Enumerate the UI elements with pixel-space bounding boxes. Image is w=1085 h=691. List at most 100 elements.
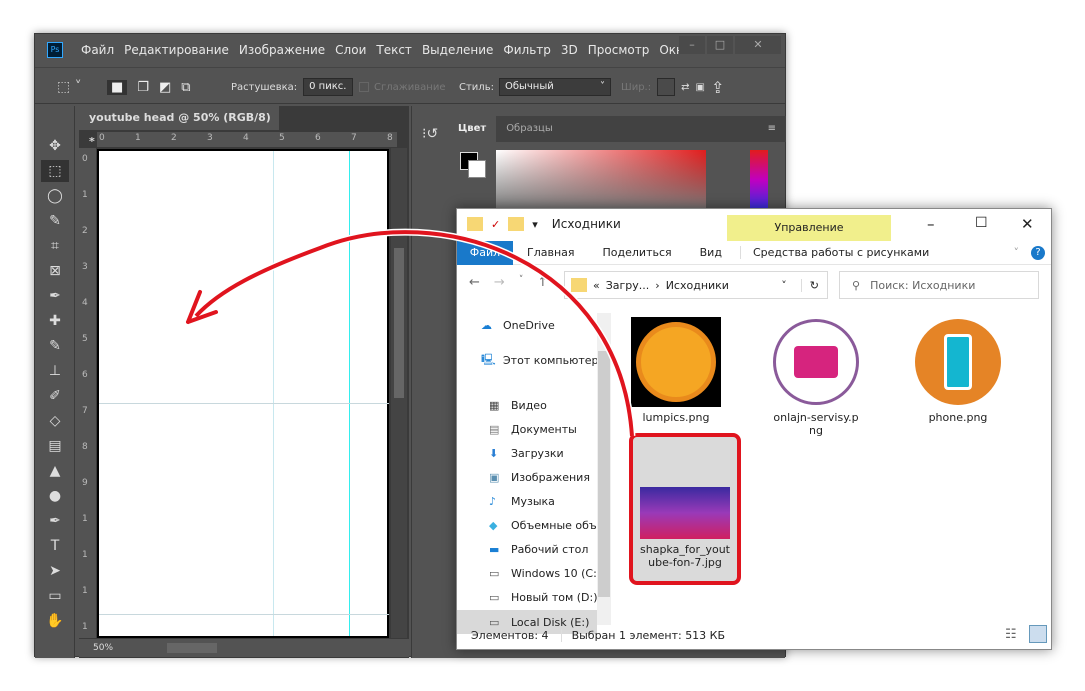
recent-icon[interactable]: ˅ xyxy=(519,275,524,290)
add-selection-icon[interactable]: ❐ xyxy=(137,80,149,95)
menu-item[interactable]: Текст xyxy=(376,43,412,57)
type-tool-icon[interactable]: T xyxy=(41,535,69,557)
nav-item[interactable]: ◆ Объемные объ xyxy=(489,519,597,532)
quick-access-toolbar: ✓ ▾ Исходники xyxy=(467,217,621,231)
brush-tool-icon[interactable]: ✎ xyxy=(41,335,69,357)
expand-ribbon-icon[interactable]: ˅ xyxy=(1014,246,1020,259)
nav-item[interactable]: ▤ Документы xyxy=(489,423,577,436)
dodge-tool-icon[interactable]: ● xyxy=(41,485,69,507)
help-icon[interactable]: ? xyxy=(1031,245,1045,260)
large-icons-view-icon[interactable] xyxy=(1029,625,1047,643)
nav-item[interactable]: 🖳 Этот компьютер xyxy=(481,351,599,370)
address-dropdown-icon[interactable]: ˅ xyxy=(781,279,787,292)
breadcrumb-item[interactable]: Исходники xyxy=(666,279,729,292)
back-icon[interactable]: ← xyxy=(469,275,480,290)
move-tool-icon[interactable]: ✥ xyxy=(41,135,69,157)
minimize-button[interactable]: – xyxy=(927,215,935,233)
new-folder-icon[interactable] xyxy=(508,217,525,231)
hand-tool-icon[interactable]: ✋ xyxy=(41,610,69,632)
zoom-level[interactable]: 50% xyxy=(93,643,113,653)
blur-tool-icon[interactable]: ▲ xyxy=(41,460,69,482)
style-select[interactable]: Обычный ˅ xyxy=(498,78,611,96)
height-input[interactable]: ▣ xyxy=(695,82,704,93)
history-brush-tool-icon[interactable]: ✐ xyxy=(41,385,69,407)
nav-item[interactable]: ▭ Новый том (D:) xyxy=(489,591,598,604)
file-item-selected[interactable]: shapka_for_youtube-fon-7.jpg xyxy=(629,433,741,585)
hue-slider[interactable] xyxy=(750,150,768,210)
rectangle-tool-icon[interactable]: ▭ xyxy=(41,585,69,607)
address-bar[interactable]: «Загру... › Исходники ˅ ↻ xyxy=(564,271,828,299)
customize-icon[interactable]: ▾ xyxy=(532,218,538,231)
ruler-label: 7 xyxy=(82,406,88,416)
minimize-button[interactable]: – xyxy=(679,36,705,54)
file-item[interactable]: onlajn-servisy.png xyxy=(761,317,871,437)
nav-item[interactable]: ▦ Видео xyxy=(489,399,547,412)
subtract-selection-icon[interactable]: ◩ xyxy=(159,80,171,95)
intersect-selection-icon[interactable]: ⧉ xyxy=(181,80,190,95)
share-icon[interactable]: ⇪ xyxy=(711,78,724,97)
menu-item[interactable]: Просмотр xyxy=(588,43,650,57)
width-input[interactable] xyxy=(657,78,676,96)
path-select-tool-icon[interactable]: ➤ xyxy=(41,560,69,582)
feather-input[interactable]: 0 пикс. xyxy=(303,78,354,96)
file-item[interactable]: phone.png xyxy=(903,317,1013,424)
forward-icon[interactable]: → xyxy=(494,275,505,290)
maximize-button[interactable]: □ xyxy=(707,36,733,54)
refresh-icon[interactable]: ↻ xyxy=(800,278,827,292)
gradient-tool-icon[interactable]: ▤ xyxy=(41,435,69,457)
stamp-tool-icon[interactable]: ⊥ xyxy=(41,360,69,382)
tab-picture-tools[interactable]: Средства работы с рисунками xyxy=(739,246,929,259)
search-input[interactable]: ⚲ Поиск: Исходники xyxy=(839,271,1039,299)
color-field[interactable] xyxy=(496,150,706,210)
tab-home[interactable]: Главная xyxy=(527,246,575,259)
nav-item[interactable]: ⬇ Загрузки xyxy=(489,447,564,460)
history-icon[interactable]: ⁝↺ xyxy=(422,126,438,142)
breadcrumb-item[interactable]: Загру... xyxy=(606,279,650,292)
menu-item[interactable]: Редактирование xyxy=(124,43,229,57)
antialias-checkbox[interactable]: Сглаживание xyxy=(359,76,445,98)
close-button[interactable]: ✕ xyxy=(1021,215,1034,233)
file-item[interactable]: lumpics.png xyxy=(621,317,731,424)
panel-menu-icon[interactable]: ≡ xyxy=(758,116,786,142)
menu-item[interactable]: Слои xyxy=(335,43,366,57)
close-button[interactable]: ✕ xyxy=(735,36,781,54)
document-tab[interactable]: youtube head @ 50% (RGB/8) *× xyxy=(79,106,279,148)
menu-item[interactable]: Изображение xyxy=(239,43,325,57)
new-selection-icon[interactable]: ■ xyxy=(107,79,128,95)
menu-item[interactable]: Выделение xyxy=(422,43,493,57)
crop-tool-icon[interactable]: ⌗ xyxy=(41,235,69,257)
nav-item[interactable]: ♪ Музыка xyxy=(489,495,555,508)
tab-file[interactable]: Файл xyxy=(457,240,513,265)
maximize-button[interactable]: ☐ xyxy=(975,215,988,231)
lasso-tool-icon[interactable]: ◯ xyxy=(41,185,69,207)
frame-tool-icon[interactable]: ⊠ xyxy=(41,260,69,282)
menu-item[interactable]: Файл xyxy=(81,43,114,57)
eyedropper-tool-icon[interactable]: ✒ xyxy=(41,285,69,307)
marquee-preset-icon[interactable]: ⬚ ˅ xyxy=(57,76,82,98)
menu-item[interactable]: Фильтр xyxy=(503,43,550,57)
manage-tab[interactable]: Управление xyxy=(727,215,891,241)
properties-icon[interactable]: ✓ xyxy=(491,218,500,231)
swap-icon[interactable]: ⇄ xyxy=(681,82,689,93)
healing-tool-icon[interactable]: ✚ xyxy=(41,310,69,332)
tab-view[interactable]: Вид xyxy=(700,246,722,259)
nav-item[interactable]: ▣ Изображения xyxy=(489,471,590,484)
nav-item[interactable]: ▬ Рабочий стол xyxy=(489,543,588,556)
quick-select-tool-icon[interactable]: ✎ xyxy=(41,210,69,232)
nav-scrollbar[interactable] xyxy=(597,313,611,625)
nav-item[interactable]: ▭ Windows 10 (C:) xyxy=(489,567,601,580)
marquee-tool-icon[interactable]: ⬚ xyxy=(41,160,69,182)
details-view-icon[interactable]: ☷ xyxy=(1005,627,1017,642)
tab-swatches[interactable]: Образцы xyxy=(496,116,563,142)
canvas[interactable] xyxy=(97,149,389,638)
horizontal-scrollbar[interactable] xyxy=(167,642,218,653)
tab-color[interactable]: Цвет xyxy=(448,116,497,142)
up-icon[interactable]: ↑ xyxy=(537,275,548,290)
tab-share[interactable]: Поделиться xyxy=(603,246,672,259)
vertical-scrollbar[interactable] xyxy=(391,148,407,638)
pen-tool-icon[interactable]: ✒ xyxy=(41,510,69,532)
menu-item[interactable]: 3D xyxy=(561,43,578,57)
background-color[interactable] xyxy=(468,160,486,178)
nav-item[interactable]: ☁ OneDrive xyxy=(481,319,555,332)
eraser-tool-icon[interactable]: ◇ xyxy=(41,410,69,432)
